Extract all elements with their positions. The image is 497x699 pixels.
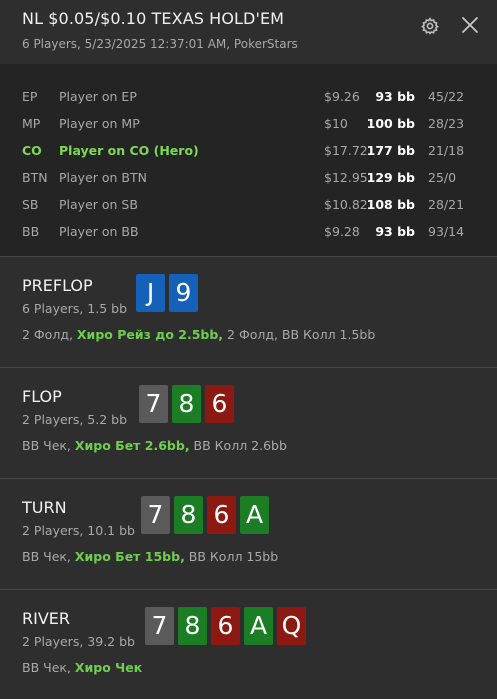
- player-position: MP: [22, 116, 41, 131]
- player-name: Player on EP: [59, 89, 137, 104]
- street-actions: BB Чек, Хиро Бет 15bb, BB Колл 15bb: [22, 549, 278, 564]
- player-name: Player on BB: [59, 224, 139, 239]
- player-stack-bb: 93 bb: [375, 89, 415, 104]
- close-icon[interactable]: [460, 15, 480, 35]
- gear-icon[interactable]: [420, 16, 440, 36]
- player-position: SB: [22, 197, 39, 212]
- street-river: RIVER 2 Players, 39.2 bb 7 8 6 A Q BB Че…: [0, 589, 497, 699]
- board-card: Q: [277, 607, 306, 645]
- player-stack-bb: 108 bb: [366, 197, 415, 212]
- street-info: 2 Players, 10.1 bb: [22, 523, 135, 538]
- hole-card: 9: [169, 274, 198, 312]
- street-preflop: PREFLOP 6 Players, 1.5 bb J 9 2 Фолд, Хи…: [0, 256, 497, 366]
- action-text: BB Колл 2.6bb: [189, 438, 287, 453]
- player-row: MP Player on MP $10 100 bb 28/23: [0, 110, 497, 137]
- player-row: BB Player on BB $9.28 93 bb 93/14: [0, 218, 497, 245]
- player-position: BB: [22, 224, 40, 239]
- player-stats: 45/22: [428, 89, 465, 104]
- hero-action: Хиро Рейз до 2.5bb,: [76, 327, 224, 342]
- player-stack: $12.95: [324, 170, 368, 185]
- hand-title: NL $0.05/$0.10 TEXAS HOLD'EM: [22, 9, 285, 28]
- board-card: 7: [139, 385, 168, 423]
- player-stack: $9.28: [324, 224, 360, 239]
- player-row: BTN Player on BTN $12.95 129 bb 25/0: [0, 164, 497, 191]
- hero-action: Хиро Чек: [74, 660, 143, 675]
- player-stats: 21/18: [428, 143, 465, 158]
- player-position: BTN: [22, 170, 48, 185]
- player-stats: 28/21: [428, 197, 465, 212]
- board-card: 7: [145, 607, 174, 645]
- player-stack-bb: 129 bb: [366, 170, 415, 185]
- hole-card: J: [136, 274, 165, 312]
- player-name: Player on SB: [59, 197, 138, 212]
- player-row: SB Player on SB $10.82 108 bb 28/21: [0, 191, 497, 218]
- action-text: BB Чек,: [22, 438, 75, 453]
- board-cards: 7 8 6: [139, 385, 234, 423]
- player-stack: $9.26: [324, 89, 360, 104]
- street-title: TURN: [22, 498, 67, 517]
- street-title: PREFLOP: [22, 276, 93, 295]
- hero-action: Хиро Бет 2.6bb,: [74, 438, 190, 453]
- street-title: FLOP: [22, 387, 62, 406]
- street-actions: BB Чек, Хиро Чек: [22, 660, 142, 675]
- player-name: Player on CO (Hero): [59, 143, 199, 158]
- player-stack-bb: 100 bb: [366, 116, 415, 131]
- hand-header: NL $0.05/$0.10 TEXAS HOLD'EM 6 Players, …: [0, 0, 497, 64]
- action-text: 2 Фолд, BB Колл 1.5bb: [223, 327, 376, 342]
- player-stack: $10: [324, 116, 348, 131]
- street-info: 2 Players, 39.2 bb: [22, 634, 135, 649]
- player-stats: 93/14: [428, 224, 465, 239]
- action-text: 2 Фолд,: [22, 327, 77, 342]
- street-title: RIVER: [22, 609, 71, 628]
- player-stack: $17.72: [324, 143, 368, 158]
- street-turn: TURN 2 Players, 10.1 bb 7 8 6 A BB Чек, …: [0, 478, 497, 588]
- board-card: A: [240, 496, 269, 534]
- board-cards: 7 8 6 A Q: [145, 607, 306, 645]
- board-card: 8: [178, 607, 207, 645]
- board-card: 8: [172, 385, 201, 423]
- board-cards: J 9: [136, 274, 198, 312]
- player-row-hero: CO Player on CO (Hero) $17.72 177 bb 21/…: [0, 137, 497, 164]
- street-actions: 2 Фолд, Хиро Рейз до 2.5bb, 2 Фолд, BB К…: [22, 327, 375, 342]
- hero-action: Хиро Бет 15bb,: [74, 549, 185, 564]
- board-card: 6: [207, 496, 236, 534]
- board-card: 6: [205, 385, 234, 423]
- hand-subtitle: 6 Players, 5/23/2025 12:37:01 AM, PokerS…: [22, 37, 298, 51]
- player-position: CO: [22, 143, 42, 158]
- board-card: 8: [174, 496, 203, 534]
- board-card: 7: [141, 496, 170, 534]
- action-text: BB Чек,: [22, 549, 75, 564]
- player-stack-bb: 177 bb: [366, 143, 415, 158]
- action-text: BB Колл 15bb: [184, 549, 279, 564]
- street-info: 6 Players, 1.5 bb: [22, 301, 128, 316]
- player-name: Player on BTN: [59, 170, 147, 185]
- player-position: EP: [22, 89, 38, 104]
- street-flop: FLOP 2 Players, 5.2 bb 7 8 6 BB Чек, Хир…: [0, 367, 497, 477]
- player-stack-bb: 93 bb: [375, 224, 415, 239]
- action-text: BB Чек,: [22, 660, 75, 675]
- board-cards: 7 8 6 A: [141, 496, 269, 534]
- players-table: EP Player on EP $9.26 93 bb 45/22 MP Pla…: [0, 64, 497, 256]
- board-card: 6: [211, 607, 240, 645]
- player-stats: 28/23: [428, 116, 465, 131]
- board-card: A: [244, 607, 273, 645]
- street-info: 2 Players, 5.2 bb: [22, 412, 128, 427]
- player-stack: $10.82: [324, 197, 368, 212]
- player-name: Player on MP: [59, 116, 140, 131]
- street-actions: BB Чек, Хиро Бет 2.6bb, BB Колл 2.6bb: [22, 438, 287, 453]
- player-stats: 25/0: [428, 170, 457, 185]
- player-row: EP Player on EP $9.26 93 bb 45/22: [0, 83, 497, 110]
